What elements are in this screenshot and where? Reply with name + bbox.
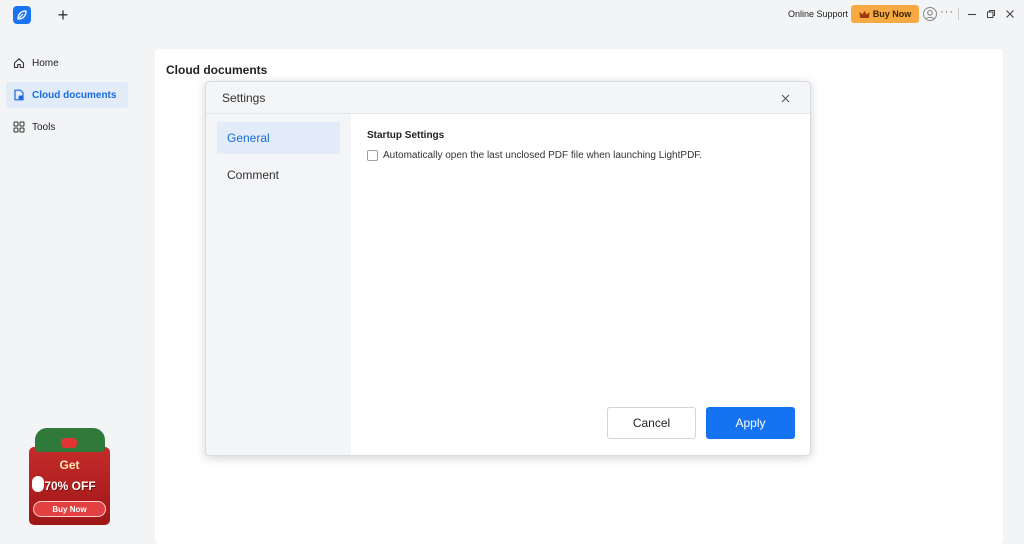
auto-open-setting[interactable]: Automatically open the last unclosed PDF… (367, 150, 702, 161)
settings-tab-comment[interactable]: Comment (217, 159, 340, 191)
buy-now-label: Buy Now (872, 9, 912, 19)
dialog-header: Settings (206, 82, 810, 114)
minimize-icon[interactable] (965, 6, 979, 22)
cancel-button[interactable]: Cancel (607, 407, 696, 439)
promo-buy-now-button[interactable]: Buy Now (33, 501, 106, 517)
settings-tab-general[interactable]: General (217, 122, 340, 154)
sidebar-item-label: Tools (32, 121, 56, 133)
user-avatar-icon[interactable] (923, 7, 937, 21)
sidebar-item-tools[interactable]: Tools (6, 114, 128, 140)
sidebar-item-label: Cloud documents (32, 89, 117, 101)
settings-nav: General Comment (206, 114, 351, 455)
online-support-link[interactable]: Online Support (788, 9, 848, 19)
settings-dialog: Settings General Comment Startup Setting… (205, 81, 811, 456)
sidebar-item-home[interactable]: Home (6, 50, 128, 76)
sidebar-item-label: Home (32, 57, 59, 69)
crown-icon (859, 10, 870, 18)
window-controls-divider (958, 8, 959, 20)
dialog-title: Settings (222, 91, 266, 105)
section-title: Startup Settings (367, 130, 445, 141)
restore-icon[interactable] (984, 6, 998, 22)
title-bar: + Online Support Buy Now ··· (0, 0, 1024, 30)
grid-icon (13, 121, 25, 133)
close-icon[interactable] (778, 91, 792, 105)
promo-get-text: Get (59, 458, 80, 472)
app-logo-icon[interactable] (13, 6, 31, 24)
auto-open-checkbox[interactable] (367, 150, 378, 161)
close-window-icon[interactable] (1003, 6, 1017, 22)
sidebar-item-cloud-documents[interactable]: Cloud documents (6, 82, 128, 108)
more-options-button[interactable]: ··· (940, 6, 954, 18)
gift-bow-icon (61, 438, 77, 448)
auto-open-label: Automatically open the last unclosed PDF… (383, 150, 703, 161)
buy-now-button[interactable]: Buy Now (851, 5, 919, 23)
apply-button[interactable]: Apply (706, 407, 795, 439)
home-icon (13, 58, 25, 69)
promo-discount-text: 70% OFF (44, 479, 96, 493)
page-title: Cloud documents (166, 63, 268, 77)
new-tab-button[interactable]: + (54, 5, 72, 25)
cloud-document-icon (14, 89, 24, 101)
promo-banner[interactable]: Get 70% OFF Buy Now (29, 428, 110, 525)
